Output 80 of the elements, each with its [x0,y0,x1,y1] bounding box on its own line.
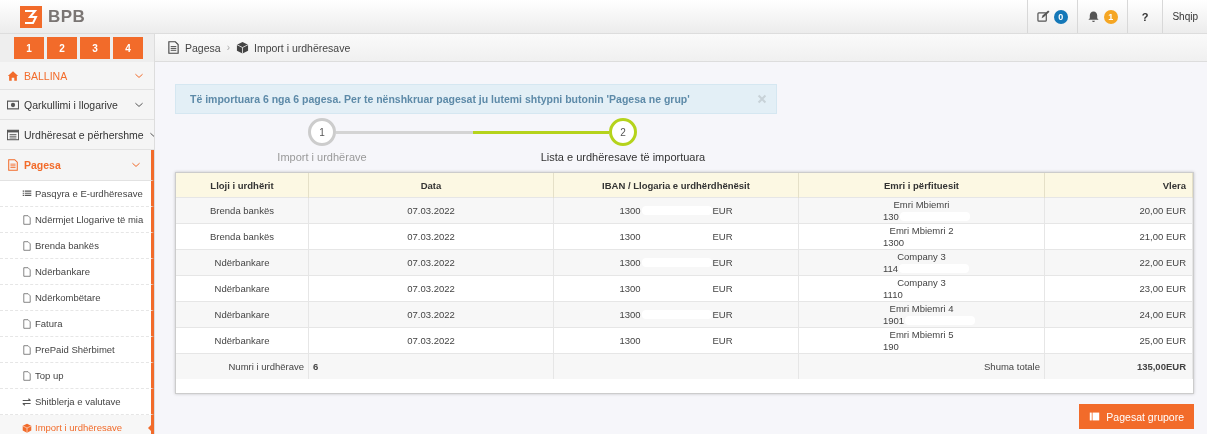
help-button[interactable]: ? [1126,0,1163,33]
count-badge: 1 [1103,9,1118,24]
step-circle: 1 [308,118,336,146]
beneficiary-account: 1110 [883,288,903,300]
table-cell: 1300 EUR [553,197,799,224]
submenu-item[interactable]: Pasqyra e E-urdhëresave [0,181,154,207]
column-header: IBAN / Llogaria e urdhërdhënësit [553,173,799,198]
table-icon [7,128,19,141]
box-icon [235,41,249,54]
beneficiary-name: Company 3 [896,276,947,289]
alert-message: Të importuara 6 nga 6 pagesa. Per te nënshkruar pagesat ju lutemi shtypni butonin 'Pagesa ne grup' [190,93,691,105]
language-button[interactable]: Shqip [1162,0,1207,33]
beneficiary-account: 130 [883,210,899,222]
beneficiary-name: Emri Mbiemri 4 [888,302,955,315]
submenu-item[interactable]: Ndërbankare [0,259,154,285]
table-cell: 07.03.2022 [308,197,554,224]
table-cell: 6 [308,353,554,379]
step-label: Import i urdhërave [277,151,367,163]
close-icon[interactable] [756,93,768,105]
column-header: Emri i përfituesit [798,173,1045,198]
submenu-item[interactable]: Fatura [0,311,154,337]
logo-text: BPB [48,6,86,27]
submenu-item[interactable]: Shitblerja e valutave [0,389,154,415]
file-icon [22,266,32,277]
sidebar-item[interactable]: Urdhëresat e përhershme [0,120,154,150]
breadcrumb-item[interactable]: Pagesa [167,41,221,54]
breadcrumb-item[interactable]: Import i urdhëresave [235,41,351,54]
document-icon [167,41,180,54]
bell-icon [1086,10,1100,23]
table-cell: 20,00 EUR [1044,197,1193,224]
document-icon [7,159,19,171]
banknote-icon [7,98,19,111]
file-icon [22,240,32,251]
table-cell: 1300 EUR [553,301,799,328]
box-icon [22,422,32,433]
home-icon [7,69,19,82]
logo-icon [20,5,42,28]
submenu-item[interactable]: Ndërkombëtare [0,285,154,311]
submenu-item[interactable]: Brenda bankës [0,233,154,259]
beneficiary-account: 1300 [883,236,905,248]
column-header: Lloji i urdhërit [176,173,309,198]
submenu-item[interactable]: PrePaid Shërbimet [0,337,154,363]
edit-icon [1036,10,1050,23]
table-cell: 24,00 EUR [1044,301,1193,328]
column-header: Vlera [1044,173,1193,198]
file-icon [22,292,32,303]
messages-button[interactable]: 0 [1026,0,1077,33]
breadcrumb-separator: › [226,42,230,53]
beneficiary-name: Emri Mbiemri 5 [888,328,955,341]
table-cell: 07.03.2022 [308,249,554,276]
table-cell: 07.03.2022 [308,301,554,328]
table-cell: Ndërbankare [176,249,309,276]
table-cell: Brenda bankës [176,197,309,224]
table-cell: 1300 EUR [553,249,799,276]
count-badge: 0 [1053,9,1068,24]
table-cell: Ndërbankare [176,301,309,328]
file-icon [22,318,32,329]
file-icon [22,344,32,355]
submenu-item[interactable]: Ndërmjet Llogarive të mia [0,207,154,233]
sidebar-item[interactable]: Qarkullimi i llogarive [0,90,154,120]
table-cell: Shuma totale [798,353,1045,379]
step-circle: 2 [609,118,637,146]
table-cell: Numri i urdhërave [176,353,309,379]
beneficiary-name: Emri Mbiemri [892,198,951,211]
column-header: Data [308,173,554,198]
exchange-arrows-icon [22,396,32,407]
step-label: Lista e urdhëresave të importuara [540,151,706,163]
beneficiary-account: 1901 [883,314,905,326]
beneficiary-name: Company 3 [896,250,947,263]
submenu-item[interactable]: Top up [0,363,154,389]
list-icon [22,188,32,199]
table-cell: 135,00EUR [1044,353,1193,379]
beneficiary-name: Emri Mbiemri 2 [888,224,955,237]
beneficiary-account: 190 [883,340,899,352]
list-icon [1089,411,1101,422]
file-icon [22,214,32,225]
beneficiary-account: 114 [883,262,899,274]
table-cell: 22,00 EUR [1044,249,1193,276]
chevron-down-icon [131,160,141,170]
file-icon [22,370,32,381]
